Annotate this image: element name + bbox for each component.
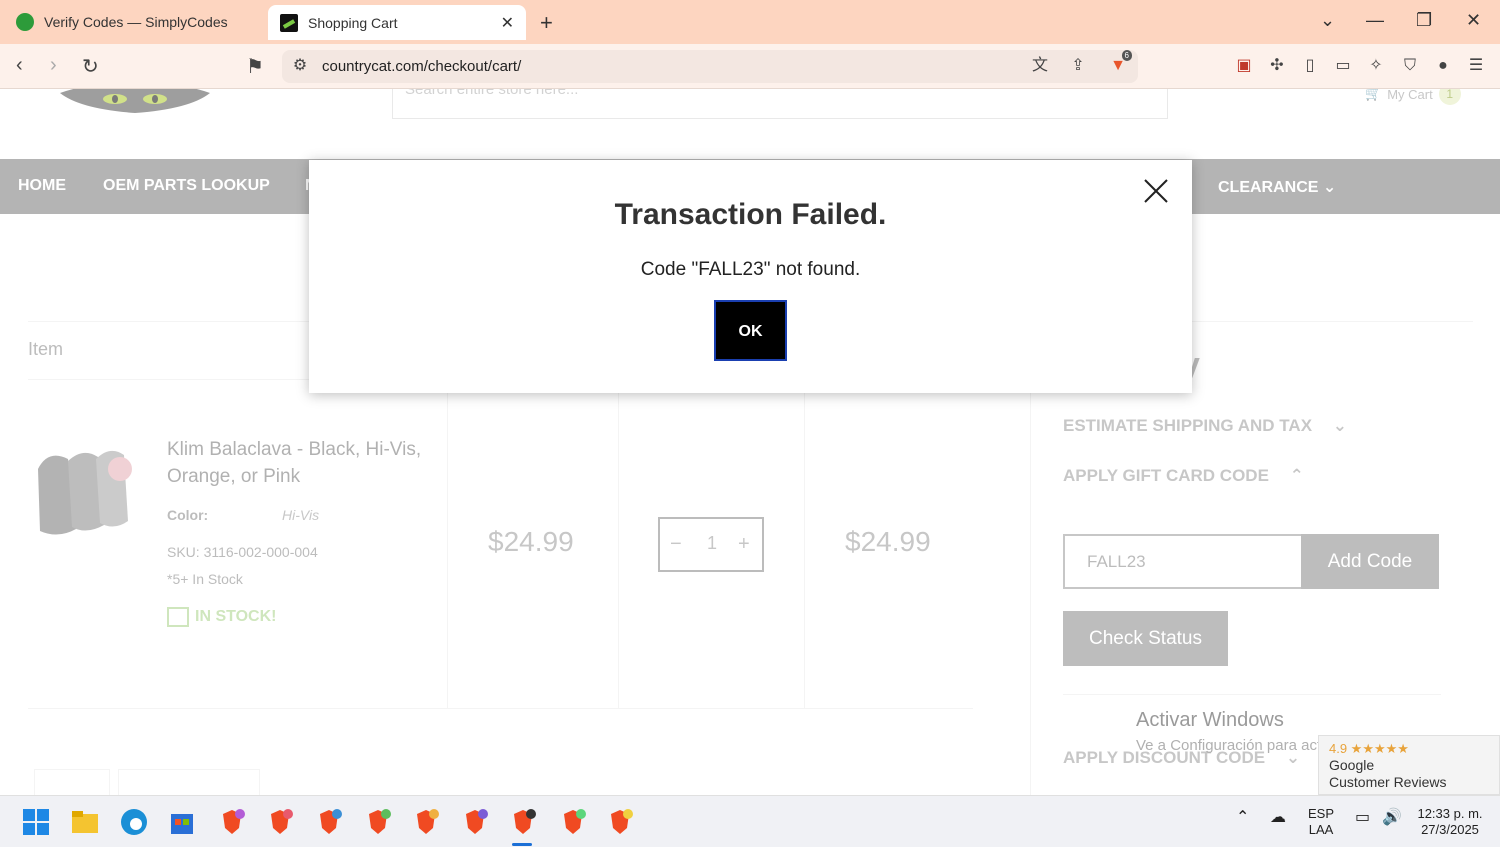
reviews-line1: Google: [1329, 757, 1375, 773]
bookmark-icon[interactable]: ⚑: [246, 54, 264, 79]
translate-icon[interactable]: 文: [1030, 56, 1050, 76]
windows-activation-title: Activar Windows: [1136, 709, 1284, 731]
brave-active-profile-icon[interactable]: [509, 808, 537, 836]
tab-title: Shopping Cart: [308, 14, 398, 31]
dialog-message: Code "FALL23" not found.: [640, 259, 861, 280]
language-indicator[interactable]: ESP LAA: [1308, 806, 1334, 838]
wallet-icon[interactable]: ▭: [1333, 56, 1353, 76]
dialog-title: Transaction Failed.: [614, 198, 887, 231]
clock[interactable]: 12:33 p. m. 27/3/2025: [1412, 806, 1488, 838]
shields-count-badge: 6: [1121, 50, 1132, 61]
brave-profile-icon[interactable]: [218, 808, 246, 836]
onedrive-offline-icon[interactable]: ☁: [1270, 810, 1286, 826]
reviews-line2: Customer Reviews: [1329, 774, 1447, 790]
forward-arrow-icon[interactable]: ›: [50, 54, 57, 77]
brave-profile-icon[interactable]: [315, 808, 343, 836]
tab-title: Verify Codes — SimplyCodes: [44, 14, 228, 30]
close-window-button[interactable]: ✕: [1466, 10, 1481, 31]
back-arrow-icon[interactable]: ‹: [16, 54, 23, 77]
sidebar-icon[interactable]: ▯: [1300, 56, 1320, 76]
active-app-indicator: [512, 843, 532, 846]
microsoft-store-icon[interactable]: [168, 808, 196, 836]
profile-avatar-icon[interactable]: ●: [1433, 56, 1453, 76]
tab-simplycodes[interactable]: Verify Codes — SimplyCodes: [0, 0, 262, 44]
brave-profile-icon[interactable]: [266, 808, 294, 836]
brave-shields-icon[interactable]: ▼ 6: [1108, 50, 1132, 76]
share-icon[interactable]: ⇪: [1068, 56, 1088, 76]
transaction-failed-dialog: Transaction Failed. Code "FALL23" not fo…: [309, 160, 1192, 393]
brave-profile-icon[interactable]: [606, 808, 634, 836]
minimize-button[interactable]: —: [1366, 10, 1384, 31]
tab-shopping-cart[interactable]: Shopping Cart ✕: [268, 5, 526, 40]
close-tab-icon[interactable]: ✕: [501, 13, 514, 33]
brave-profile-icon[interactable]: [412, 808, 440, 836]
extension-toolbox-icon[interactable]: ▣: [1234, 56, 1254, 76]
vpn-shield-icon[interactable]: ⛉: [1400, 56, 1420, 76]
leo-ai-icon[interactable]: ✧: [1366, 56, 1386, 76]
ok-button[interactable]: OK: [714, 300, 787, 361]
restore-button[interactable]: ❐: [1416, 10, 1432, 31]
simplycodes-favicon-icon: [16, 13, 34, 31]
address-toolbar: ‹ › ↻ ⚑ ⚙ countrycat.com/checkout/cart/ …: [0, 44, 1500, 89]
web-page: Search entire store here... 🛒 My Cart 1 …: [0, 89, 1500, 795]
brave-profile-icon[interactable]: [461, 808, 489, 836]
show-hidden-icons-chevron-up-icon[interactable]: ⌃: [1236, 810, 1249, 826]
reload-icon[interactable]: ↻: [82, 54, 99, 79]
edge-browser-icon[interactable]: [120, 808, 148, 836]
google-reviews-badge[interactable]: 4.9 ★★★★★ Google Customer Reviews: [1318, 735, 1500, 795]
brave-profile-icon[interactable]: [559, 808, 587, 836]
file-explorer-icon[interactable]: [71, 808, 99, 836]
new-tab-button[interactable]: +: [540, 10, 553, 36]
site-settings-icon[interactable]: ⚙: [290, 56, 310, 76]
brave-profile-icon[interactable]: [364, 808, 392, 836]
countrycat-favicon-icon: [280, 13, 298, 32]
extensions-puzzle-icon[interactable]: ✣: [1267, 56, 1287, 76]
review-rating: 4.9 ★★★★★: [1329, 741, 1409, 756]
windows-start-icon[interactable]: [22, 808, 50, 836]
network-icon[interactable]: ▭: [1355, 810, 1370, 826]
windows-taskbar: ⌃ ☁ ESP LAA ▭ 🔊 12:33 p. m. 27/3/2025: [0, 795, 1500, 847]
tab-search-chevron-down-icon[interactable]: ⌄: [1320, 10, 1335, 31]
menu-hamburger-icon[interactable]: ☰: [1466, 56, 1486, 76]
browser-tab-bar: Verify Codes — SimplyCodes Shopping Cart…: [0, 0, 1500, 44]
url-text: countrycat.com/checkout/cart/: [322, 58, 522, 75]
volume-icon[interactable]: 🔊: [1382, 810, 1402, 826]
address-bar[interactable]: ⚙ countrycat.com/checkout/cart/ 文 ⇪ ▼ 6: [282, 50, 1138, 83]
